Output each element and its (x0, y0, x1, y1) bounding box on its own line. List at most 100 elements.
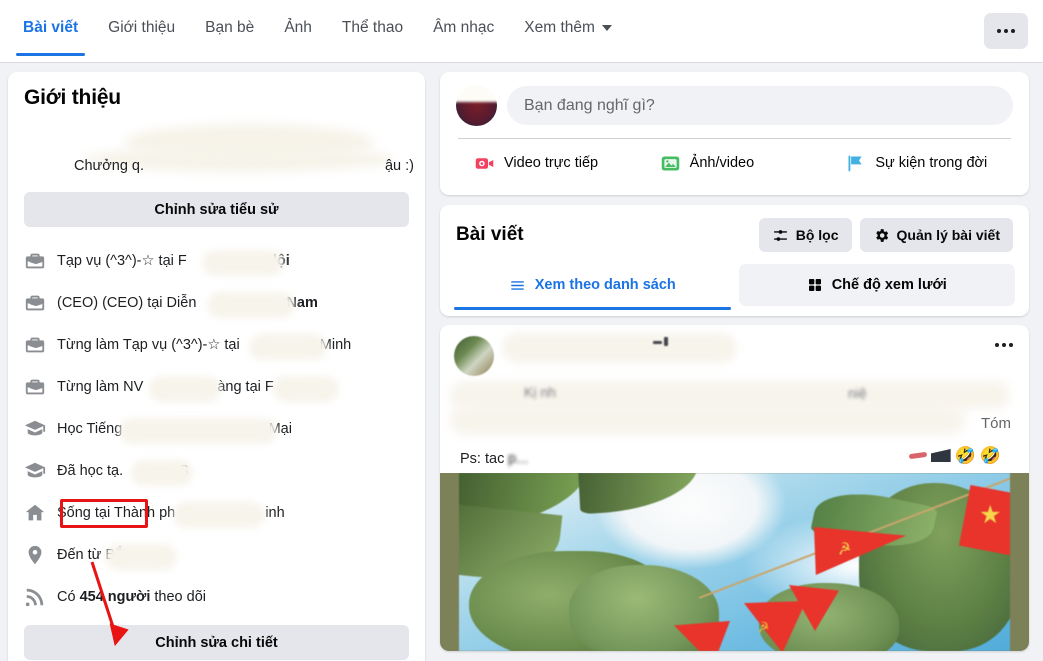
manage-posts-button[interactable]: Quản lý bài viết (859, 218, 1013, 252)
nav-tab-posts[interactable]: Bài viết (8, 0, 93, 56)
intro-item-text: Từng làm NV (57, 379, 144, 395)
post-see-more-link[interactable]: Tóm (981, 415, 1011, 432)
bio-area: Chưởng q. ậu :) (24, 116, 414, 192)
redaction-mask (249, 334, 327, 360)
composer-placeholder: Bạn đang nghĩ gì? (524, 96, 655, 114)
post-author-avatar[interactable] (454, 336, 494, 376)
intro-item-label: Học Tiếng . ng Mại (57, 418, 292, 444)
redacted-body-line-2 (450, 405, 965, 435)
intro-item-work-past-2[interactable]: Từng làm NV àng tại F .om (24, 366, 409, 408)
follower-count: 454 người (79, 589, 151, 605)
nav-tab-list: Bài viết Giới thiệu Bạn bè Ảnh Thể thao … (0, 0, 627, 56)
lipstick-emoji (908, 451, 927, 460)
live-video-icon (475, 157, 494, 169)
intro-item-label: Tạp vụ (^3^)-☆ tại F lội (57, 250, 290, 276)
filter-button[interactable]: Bộ lọc (758, 218, 852, 252)
intro-item-work-past-1[interactable]: Từng làm Tạp vụ (^3^)-☆ tại Minh (24, 324, 409, 366)
intro-item-work-2[interactable]: (CEO) (CEO) tại Diễn Nam (24, 282, 409, 324)
page-content: Giới thiệu Chưởng q. ậu :) Chỉnh sửa tiể… (0, 63, 1043, 661)
grid-icon (808, 279, 821, 291)
gear-icon (875, 228, 888, 242)
tab-list-view[interactable]: Xem theo danh sách (454, 264, 731, 310)
left-column: Giới thiệu Chưởng q. ậu :) Chỉnh sửa tiể… (0, 63, 433, 661)
post-body-fragment-2: niệ (848, 385, 867, 401)
post-emoji-row: 🤣 🤣 (908, 446, 1001, 465)
avatar[interactable] (456, 85, 497, 126)
intro-info-list: Tạp vụ (^3^)-☆ tại F lội (CEO) (CEO) tại (24, 240, 409, 618)
gold-star-symbol: ★ (979, 501, 1002, 529)
intro-item-text: Tạp vụ (^3^)-☆ tại F (57, 253, 187, 269)
intro-item-education-1[interactable]: Học Tiếng . ng Mại (24, 408, 409, 450)
post-menu-button[interactable] (995, 343, 1013, 347)
redaction-mask (173, 502, 265, 528)
intro-item-text-tail: ng Mại (248, 421, 292, 437)
post-photo-image: ☭ ★ ☭ (459, 473, 1010, 651)
redacted-author-name (502, 333, 737, 363)
briefcase-icon (25, 253, 45, 269)
intro-item-label: Có 454 người theo dõi (57, 589, 206, 605)
graduation-cap-icon (24, 420, 46, 436)
intro-item-work-1[interactable]: Tạp vụ (^3^)-☆ tại F lội (24, 240, 409, 282)
hammer-sickle-symbol-2: ☭ (755, 618, 771, 636)
photo-video-icon (661, 156, 679, 170)
briefcase-icon (25, 295, 45, 311)
flag-icon (848, 155, 862, 171)
posts-header-card: Bài viết Bộ lọc Quản lý bài viết Xem the… (440, 205, 1029, 316)
rofl-emoji-2: 🤣 (979, 446, 1001, 465)
nav-tab-label: Bạn bè (205, 19, 255, 36)
intro-item-text: (CEO) (CEO) tại Diễn (57, 295, 197, 311)
composer-input[interactable]: Bạn đang nghĩ gì? (507, 86, 1013, 125)
list-icon (510, 280, 524, 290)
nav-tab-label: Âm nhạc (433, 19, 495, 36)
intro-item-label: Sống tại Thành ph inh (57, 502, 285, 528)
intro-item-education-2[interactable]: Đã học tạ. S (24, 450, 409, 492)
bio-text: Chưởng q. ậu :) (74, 158, 414, 174)
composer-photo-video-button[interactable]: Ảnh/video (642, 139, 828, 187)
intro-item-followers[interactable]: Có 454 người theo dõi (24, 576, 409, 618)
intro-item-label: Từng làm NV àng tại F .om (57, 376, 339, 402)
bio-text-right: ậu :) (384, 158, 414, 174)
intro-item-text: Đã học tạ. (57, 463, 124, 479)
post-body-fragment-1: Kị nh (524, 384, 556, 400)
nav-tab-photos[interactable]: Ảnh (269, 0, 327, 56)
post-view-tabs: Xem theo danh sách Chế độ xem lưới (440, 264, 1029, 310)
post-composer-card: Bạn đang nghĩ gì? Video trực tiếp Ảnh/vi… (440, 72, 1029, 195)
nav-tab-about[interactable]: Giới thiệu (93, 0, 190, 56)
intro-item-from[interactable]: Đến từ Bắ (24, 534, 409, 576)
composer-live-video-button[interactable]: Video trực tiếp (456, 139, 642, 187)
nav-tab-label: Thể thao (341, 19, 404, 36)
nav-tab-see-more[interactable]: Xem thêm (509, 0, 627, 56)
post-photo[interactable]: ☭ ★ ☭ (440, 473, 1029, 651)
post-card: Kị nh niệ Tóm Ps: tac p... 🤣 🤣 ☭ ★ ☭ (440, 325, 1029, 651)
composer-life-event-button[interactable]: Sự kiện trong đời (827, 139, 1013, 187)
posts-header-row: Bài viết Bộ lọc Quản lý bài viết (440, 205, 1029, 264)
edit-details-button[interactable]: Chỉnh sửa chi tiết (24, 625, 409, 660)
name-speck (653, 341, 662, 344)
post-ps-text: Ps: tac (460, 451, 505, 467)
edit-bio-button[interactable]: Chỉnh sửa tiểu sử (24, 192, 409, 227)
clapper-emoji (930, 449, 951, 462)
redaction-mask (207, 292, 295, 318)
intro-item-text: Đến từ Bắ (57, 547, 124, 563)
composer-top-row: Bạn đang nghĩ gì? (456, 85, 1013, 126)
posts-header-buttons: Bộ lọc Quản lý bài viết (758, 218, 1013, 252)
ellipsis-icon (997, 29, 1015, 33)
edit-details-wrap: Chỉnh sửa chi tiết (24, 625, 409, 660)
redaction-mask (149, 376, 221, 402)
intro-item-text-tail: Minh (319, 337, 352, 353)
nav-more-options-button[interactable] (984, 13, 1028, 49)
graduation-cap-icon (24, 462, 46, 478)
nav-tab-music[interactable]: Âm nhạc (418, 0, 509, 56)
intro-item-text: Từng làm Tạp vụ (^3^)-☆ tại (57, 337, 240, 353)
name-speck-2 (664, 337, 668, 346)
tab-grid-view[interactable]: Chế độ xem lưới (738, 264, 1015, 306)
nav-tab-friends[interactable]: Bạn bè (190, 0, 269, 56)
manage-posts-button-label: Quản lý bài viết (896, 227, 1000, 243)
composer-actions: Video trực tiếp Ảnh/video Sự kiện trong … (456, 139, 1013, 187)
nav-tab-sports[interactable]: Thể thao (327, 0, 418, 56)
intro-item-label: Từng làm Tạp vụ (^3^)-☆ tại Minh (57, 334, 352, 360)
tab-label: Chế độ xem lưới (831, 277, 947, 293)
post-ps-blurred: p... (508, 451, 529, 467)
intro-item-lives-in[interactable]: Sống tại Thành ph inh (24, 492, 409, 534)
facebook-profile-page: Bài viết Giới thiệu Bạn bè Ảnh Thể thao … (0, 0, 1043, 661)
